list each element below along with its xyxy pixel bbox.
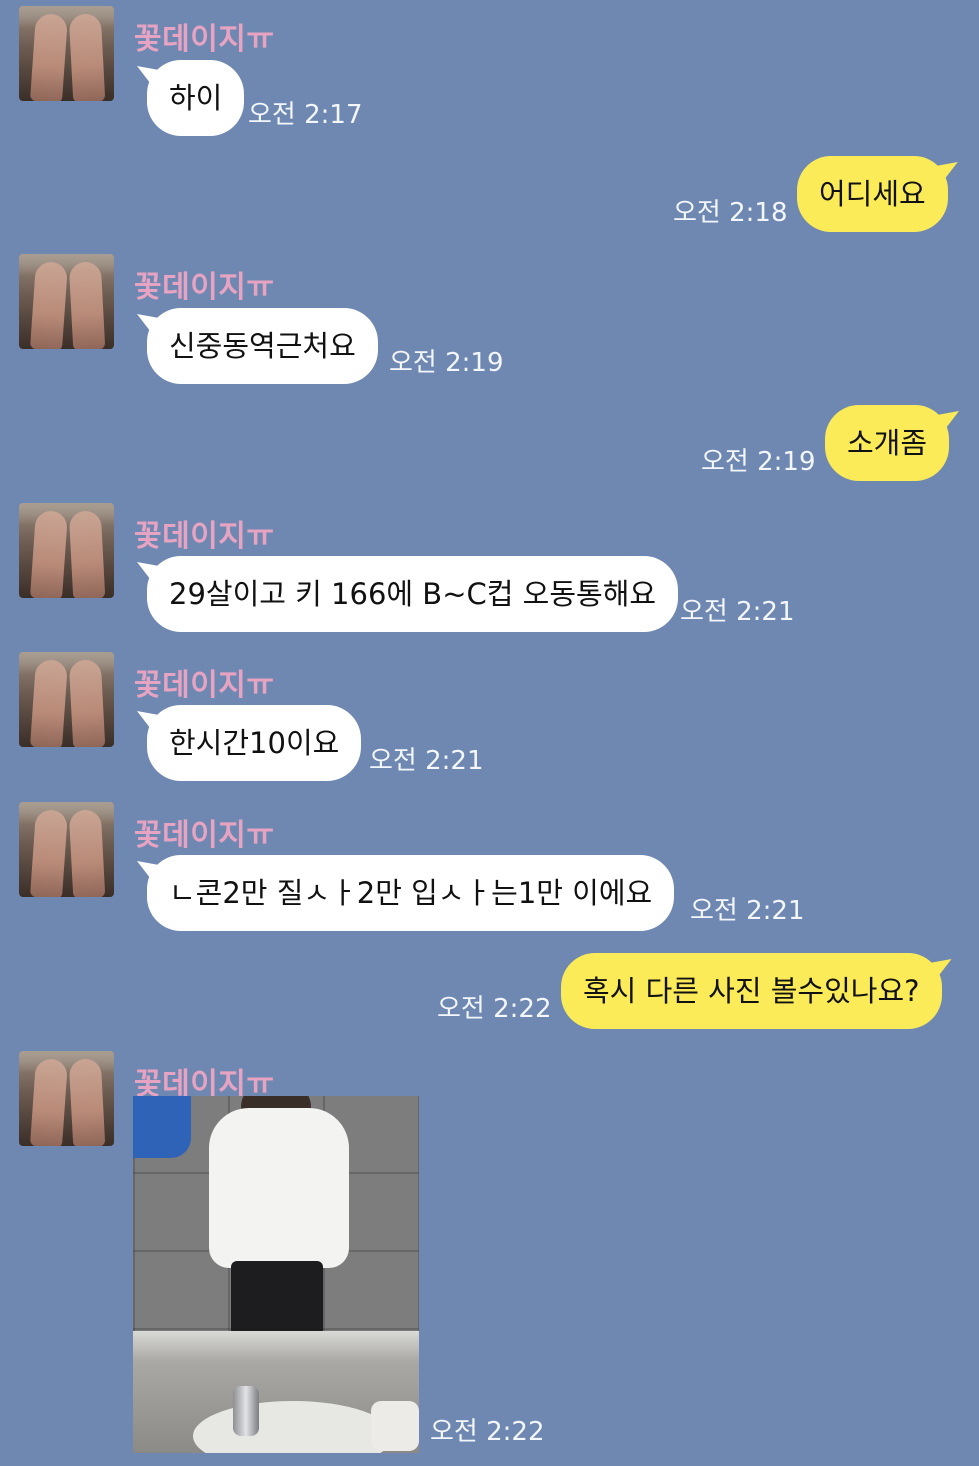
message-bubble-outgoing[interactable]: 소개좀: [825, 405, 950, 481]
message-bubble-incoming[interactable]: 신중동역근처요: [147, 308, 378, 384]
message-bubble-incoming[interactable]: 하이: [147, 60, 245, 136]
sender-name: 꽃데이지ㅠ: [134, 668, 275, 703]
message-timestamp: 오전 2:17: [248, 100, 363, 130]
message-bubble-outgoing[interactable]: 어디세요: [797, 156, 948, 232]
chat-room: 꽃데이지ㅠ 하이 오전 2:17 오전 2:18 어디세요 꽃데이지ㅠ 신중동역…: [0, 0, 979, 1466]
sender-avatar[interactable]: [19, 6, 114, 101]
sender-name: 꽃데이지ㅠ: [134, 22, 275, 57]
message-timestamp: 오전 2:21: [680, 597, 795, 627]
message-timestamp: 오전 2:22: [430, 1417, 545, 1447]
sender-avatar[interactable]: [19, 1051, 114, 1146]
message-timestamp: 오전 2:21: [690, 896, 805, 926]
sender-avatar[interactable]: [19, 652, 114, 747]
sender-name: 꽃데이지ㅠ: [134, 270, 275, 305]
sender-name: 꽃데이지ㅠ: [134, 818, 275, 853]
message-timestamp: 오전 2:19: [701, 447, 816, 477]
message-timestamp: 오전 2:19: [389, 348, 504, 378]
message-bubble-incoming[interactable]: ㄴ콘2만 질ㅅㅏ2만 입ㅅㅏ는1만 이에요: [147, 855, 675, 931]
message-bubble-incoming[interactable]: 한시간10이요: [147, 705, 362, 781]
sender-name: 꽃데이지ㅠ: [134, 519, 275, 554]
message-bubble-outgoing[interactable]: 혹시 다른 사진 볼수있나요?: [561, 953, 942, 1029]
message-timestamp: 오전 2:18: [673, 198, 788, 228]
message-timestamp: 오전 2:21: [369, 746, 484, 776]
message-timestamp: 오전 2:22: [437, 994, 552, 1024]
sender-avatar[interactable]: [19, 503, 114, 598]
message-bubble-incoming[interactable]: 29살이고 키 166에 B~C컵 오동통해요: [147, 556, 679, 632]
sender-avatar[interactable]: [19, 802, 114, 897]
sender-avatar[interactable]: [19, 254, 114, 349]
photo-message[interactable]: [133, 1096, 419, 1453]
